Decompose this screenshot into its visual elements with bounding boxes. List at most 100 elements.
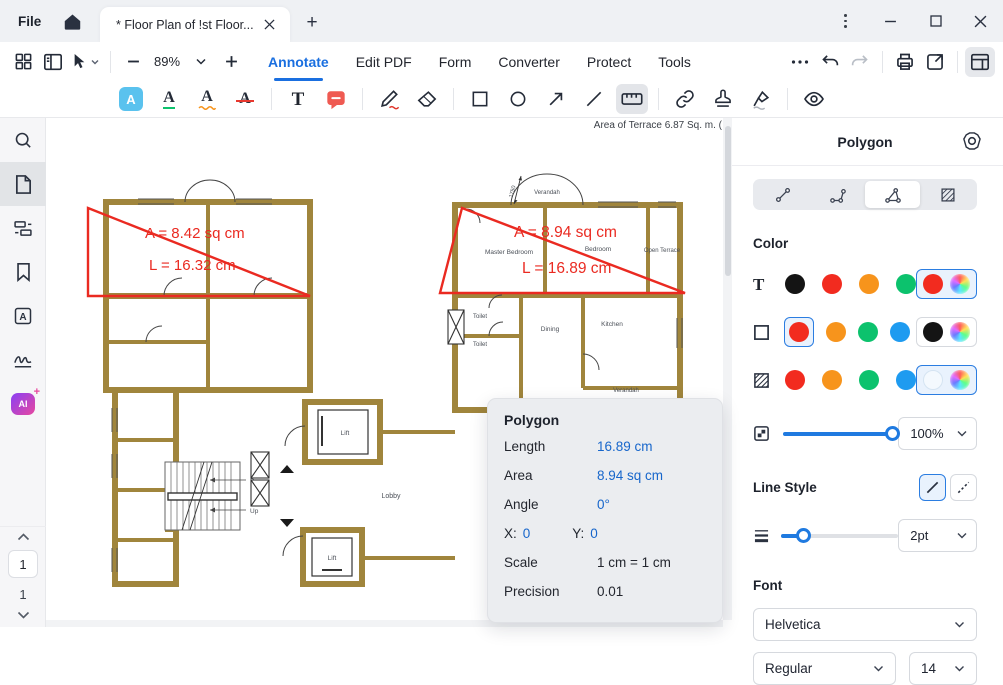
arrow-tool[interactable] (540, 84, 572, 114)
zoom-out-button[interactable] (118, 47, 148, 77)
tab-close-icon[interactable] (258, 14, 280, 36)
font-style-dropdown[interactable]: Regular (753, 652, 896, 685)
strikeout-tool[interactable]: A (229, 84, 261, 114)
comment-tool[interactable] (320, 84, 352, 114)
tab-tools[interactable]: Tools (658, 42, 691, 81)
polygon-tool-button[interactable] (865, 181, 920, 208)
stamp-tool[interactable] (707, 84, 739, 114)
color-swatch-red[interactable] (785, 370, 805, 390)
color-wheel-icon[interactable] (950, 370, 970, 390)
length-label-left[interactable]: L = 16.32 cm (149, 257, 236, 274)
line-width-slider[interactable] (781, 534, 898, 538)
font-family-dropdown[interactable]: Helvetica (753, 608, 977, 641)
color-swatch-green[interactable] (858, 322, 878, 342)
text-tool[interactable]: T (282, 84, 314, 114)
bookmarks-button[interactable] (0, 250, 46, 294)
tab-edit-pdf[interactable]: Edit PDF (356, 42, 412, 81)
pencil-tool[interactable] (373, 84, 405, 114)
more-menu-button[interactable] (823, 0, 868, 42)
color-swatch-red[interactable] (789, 322, 809, 342)
squiggly-tool[interactable]: A (191, 84, 223, 114)
ai-assistant-button[interactable]: AI (0, 382, 46, 426)
font-size-dropdown[interactable]: 14 (909, 652, 977, 685)
color-swatch-green[interactable] (859, 370, 879, 390)
solid-line-button[interactable] (919, 474, 946, 501)
stroke-color-selected-box[interactable] (784, 317, 814, 347)
color-swatch-blue[interactable] (890, 322, 910, 342)
settings-button[interactable] (961, 130, 983, 152)
color-wheel-icon[interactable] (950, 322, 970, 342)
signature-tool[interactable] (745, 84, 777, 114)
measure-tool[interactable] (616, 84, 648, 114)
current-text-color[interactable] (923, 274, 943, 294)
redo-button[interactable] (845, 47, 875, 77)
print-button[interactable] (890, 47, 920, 77)
page-up-icon[interactable] (17, 533, 30, 541)
area-label-right[interactable]: A = 8.94 sq cm (514, 224, 617, 241)
text-color-custom[interactable] (916, 269, 977, 299)
current-page-input[interactable]: 1 (8, 550, 38, 578)
zoom-level[interactable]: 89% (148, 54, 186, 69)
stroke-color-custom[interactable] (916, 317, 977, 347)
length-label-right[interactable]: L = 16.89 cm (522, 260, 611, 277)
tab-annotate[interactable]: Annotate (268, 42, 329, 81)
grid-view-button[interactable] (8, 47, 38, 77)
line-tool[interactable] (578, 84, 610, 114)
close-button[interactable] (958, 0, 1003, 42)
select-tool-button[interactable] (68, 47, 103, 77)
more-tools-button[interactable] (785, 47, 815, 77)
tab-form[interactable]: Form (439, 42, 472, 81)
underline-tool[interactable]: A (153, 84, 185, 114)
document-tab[interactable]: * Floor Plan of !st Floor... (100, 7, 290, 42)
home-button[interactable] (55, 6, 89, 36)
area-label-left[interactable]: A = 8.42 sq cm (145, 225, 245, 242)
color-swatch-orange[interactable] (826, 322, 846, 342)
link-tool[interactable] (669, 84, 701, 114)
polygon-annotation-left[interactable] (88, 208, 310, 296)
file-menu[interactable]: File (0, 14, 55, 29)
color-swatch-black[interactable] (785, 274, 805, 294)
color-swatch-orange[interactable] (859, 274, 879, 294)
highlight-tool[interactable]: A (115, 84, 147, 114)
line-width-dropdown[interactable]: 2pt (898, 519, 977, 552)
opacity-slider-knob[interactable] (885, 426, 900, 441)
page-down-icon[interactable] (17, 611, 30, 619)
panel-layout-button[interactable] (965, 47, 995, 77)
scrollbar-thumb[interactable] (725, 126, 731, 276)
tab-protect[interactable]: Protect (587, 42, 631, 81)
search-button[interactable] (0, 118, 46, 162)
color-wheel-icon[interactable] (950, 274, 970, 294)
signatures-button[interactable] (0, 338, 46, 382)
color-swatch-orange[interactable] (822, 370, 842, 390)
line-width-slider-knob[interactable] (796, 528, 811, 543)
vertical-scrollbar[interactable] (723, 118, 732, 620)
current-fill-color[interactable] (923, 370, 943, 390)
eraser-tool[interactable] (411, 84, 443, 114)
sidebar-toggle-button[interactable] (38, 47, 68, 77)
outline-button[interactable] (0, 206, 46, 250)
zoom-in-button[interactable] (216, 47, 246, 77)
zoom-menu-button[interactable] (186, 47, 216, 77)
visibility-tool[interactable] (798, 84, 830, 114)
color-swatch-blue[interactable] (896, 370, 916, 390)
annotations-button[interactable]: A (0, 294, 46, 338)
color-swatch-red[interactable] (822, 274, 842, 294)
share-button[interactable] (920, 47, 950, 77)
rectangle-tool[interactable] (464, 84, 496, 114)
new-tab-button[interactable]: + (297, 9, 327, 37)
ellipse-tool[interactable] (502, 84, 534, 114)
perimeter-tool-button[interactable] (810, 181, 865, 208)
color-swatch-green[interactable] (896, 274, 916, 294)
undo-button[interactable] (815, 47, 845, 77)
opacity-dropdown[interactable]: 100% (898, 417, 977, 450)
fill-color-custom[interactable] (916, 365, 977, 395)
dashed-line-button[interactable] (950, 474, 977, 501)
minimize-button[interactable] (868, 0, 913, 42)
distance-tool-button[interactable] (755, 181, 810, 208)
maximize-button[interactable] (913, 0, 958, 42)
opacity-slider[interactable] (783, 432, 898, 436)
area-tool-button[interactable] (920, 181, 975, 208)
tab-converter[interactable]: Converter (498, 42, 559, 81)
thumbnails-button[interactable] (0, 162, 46, 206)
current-stroke-alt-color[interactable] (923, 322, 943, 342)
